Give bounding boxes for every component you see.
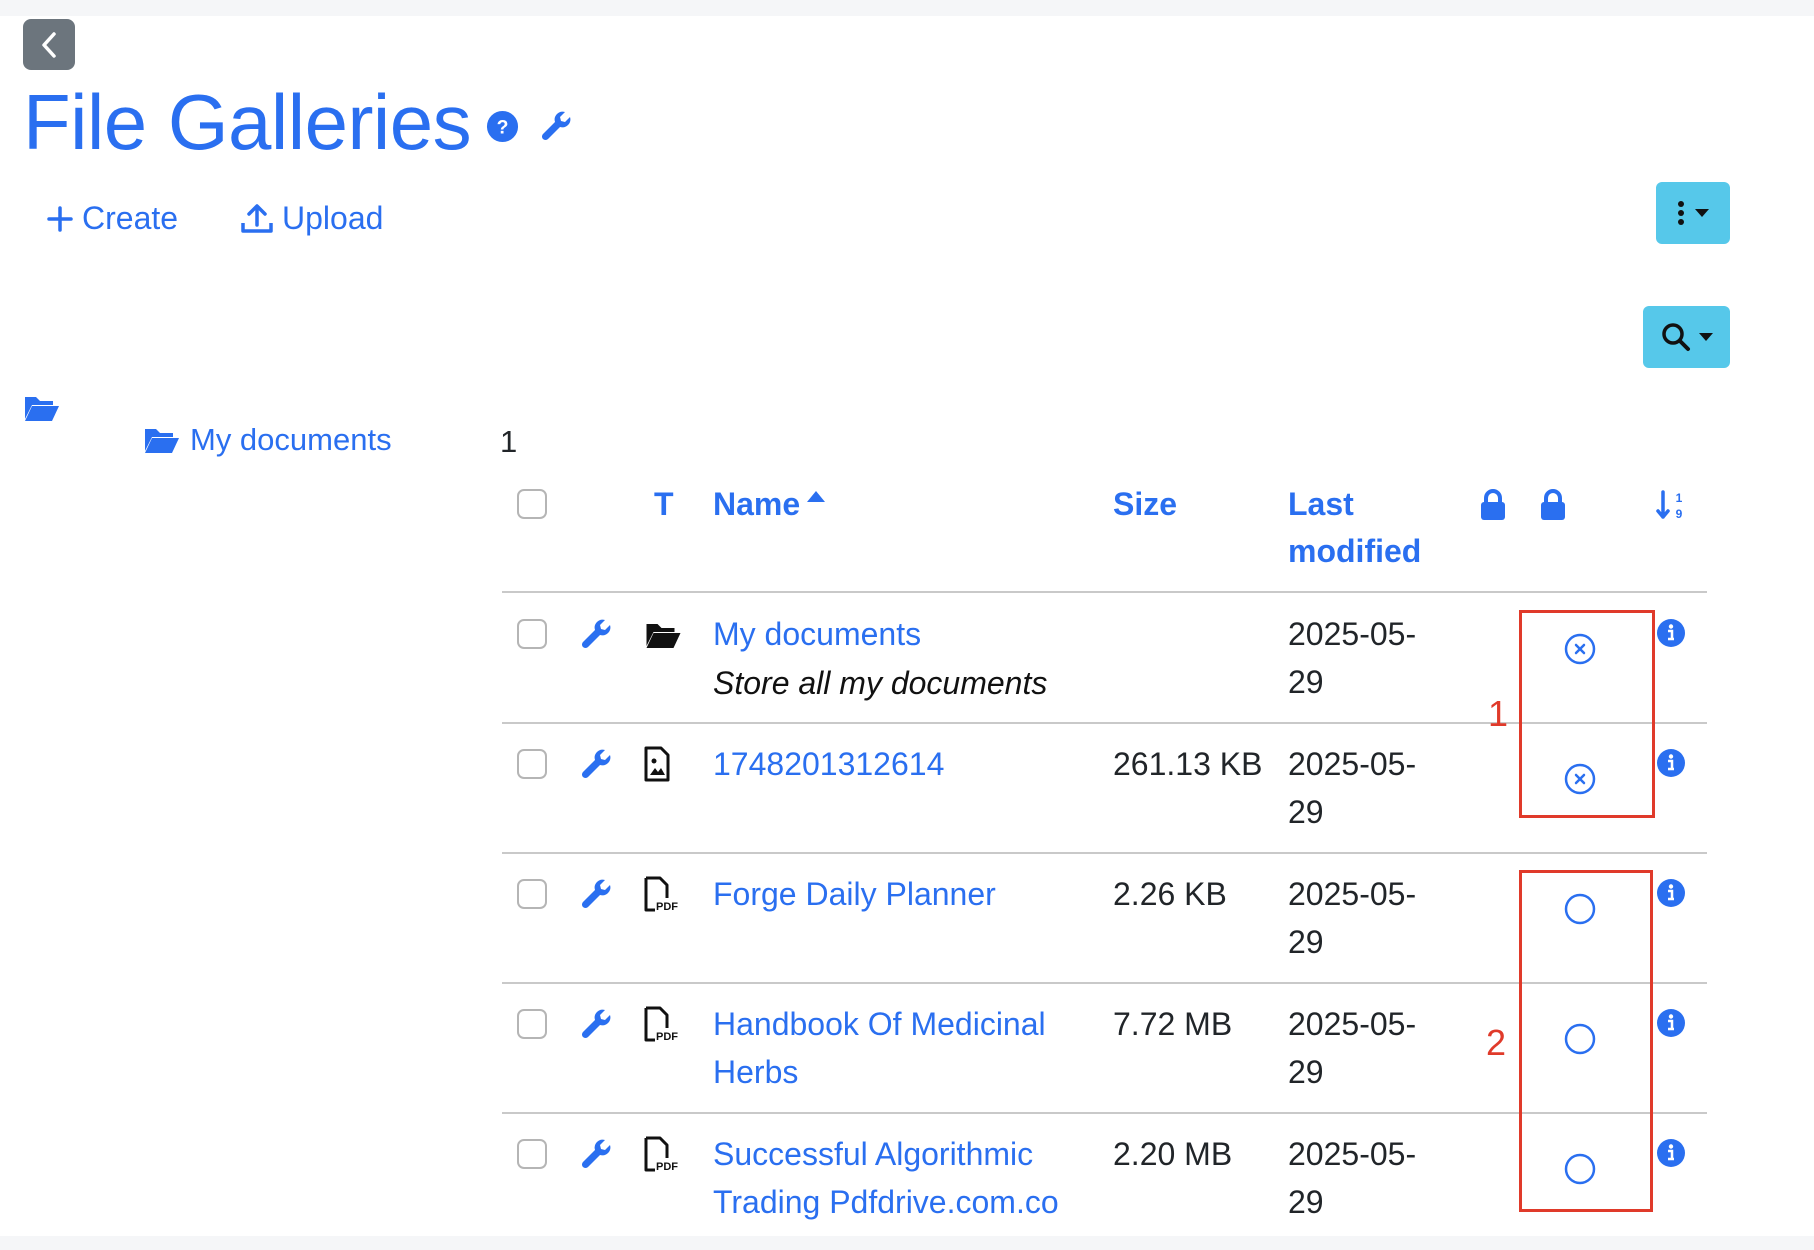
wrench-icon[interactable] (580, 747, 614, 781)
row-checkbox[interactable] (517, 749, 547, 779)
top-strip (0, 0, 1814, 16)
bottom-strip (0, 1236, 1814, 1250)
column-header-name-label: Name (713, 486, 801, 522)
info-icon[interactable] (1656, 1138, 1686, 1168)
row-checkbox[interactable] (517, 879, 547, 909)
file-name-link[interactable]: My documents (713, 610, 921, 658)
lock-icon[interactable] (1478, 488, 1508, 522)
last-modified-date: 2025-05- 29 (1288, 740, 1416, 836)
date-line1: 2025-05- (1288, 1136, 1417, 1172)
row-checkbox[interactable] (517, 1139, 547, 1169)
file-name-link[interactable]: 1748201312614 (713, 740, 944, 788)
annotation-label-1: 1 (1488, 693, 1509, 734)
date-line1: 2025-05- (1288, 746, 1417, 782)
column-header-last-modified-line1: Last (1288, 486, 1354, 522)
svg-text:PDF: PDF (656, 1161, 678, 1172)
annotation-box-1 (1519, 610, 1655, 818)
tree-item-label: My documents (190, 422, 392, 457)
upload-button[interactable]: Upload (240, 200, 383, 237)
create-label: Create (82, 200, 179, 236)
page-title: File Galleries (23, 78, 472, 166)
file-size: 7.72 MB (1113, 1006, 1233, 1042)
file-name-link[interactable]: Handbook Of Medicinal Herbs (713, 1000, 1046, 1096)
last-modified-date: 2025-05- 29 (1288, 870, 1416, 966)
help-circle-icon[interactable]: ? (486, 110, 519, 143)
svg-text:PDF: PDF (656, 901, 678, 912)
search-toggle-button[interactable] (1643, 306, 1730, 368)
svg-text:1: 1 (1676, 491, 1683, 505)
file-name-line2: Herbs (713, 1054, 799, 1090)
last-modified-date: 2025-05- 29 (1288, 1000, 1416, 1096)
wrench-icon[interactable] (580, 877, 614, 911)
back-button[interactable] (23, 19, 75, 70)
column-header-size[interactable]: Size (1113, 481, 1177, 528)
file-size: 2.20 MB (1113, 1136, 1233, 1172)
create-button[interactable]: Create (46, 200, 178, 237)
lock-icon[interactable] (1538, 488, 1568, 522)
chevron-left-icon (42, 31, 56, 58)
file-size: 261.13 KB (1113, 746, 1263, 782)
date-line1: 2025-05- (1288, 876, 1417, 912)
info-icon[interactable] (1656, 878, 1686, 908)
svg-text:?: ? (497, 116, 509, 138)
tree-item-my-documents[interactable]: My documents (143, 422, 392, 458)
info-icon[interactable] (1656, 748, 1686, 778)
row-checkbox[interactable] (517, 1009, 547, 1039)
date-line2: 29 (1288, 1184, 1324, 1220)
row-divider (502, 852, 1707, 854)
last-modified-date: 2025-05- 29 (1288, 1130, 1416, 1226)
file-name-line2: Trading Pdfdrive.com.co (713, 1184, 1059, 1220)
search-icon (1661, 323, 1690, 351)
file-name-line1: Successful Algorithmic (713, 1136, 1034, 1172)
actions-menu-button[interactable] (1656, 182, 1730, 244)
row-checkbox[interactable] (517, 619, 547, 649)
folder-open-icon (646, 624, 681, 648)
plus-icon (47, 205, 73, 232)
pdf-file-icon: PDF (644, 1136, 678, 1172)
file-description: Store all my documents (713, 665, 1048, 701)
chevron-down-icon (1698, 333, 1713, 341)
sort-ascending-icon (807, 491, 826, 502)
wrench-icon[interactable] (540, 109, 574, 143)
date-line1: 2025-05- (1288, 616, 1417, 652)
sort-numeric-icon[interactable]: 1 9 (1656, 489, 1688, 521)
column-header-name[interactable]: Name (713, 481, 826, 528)
date-line2: 29 (1288, 794, 1324, 830)
svg-text:9: 9 (1676, 507, 1683, 521)
file-count: 1 (500, 424, 518, 459)
annotation-box-2 (1519, 870, 1653, 1212)
wrench-icon[interactable] (580, 617, 614, 651)
wrench-icon[interactable] (580, 1007, 614, 1041)
file-name-line1: Handbook Of Medicinal (713, 1006, 1046, 1042)
column-header-last-modified[interactable]: Last modified (1288, 481, 1421, 575)
wrench-icon[interactable] (580, 1137, 614, 1171)
pdf-file-icon: PDF (644, 1006, 678, 1042)
folder-open-icon (145, 429, 179, 453)
date-line2: 29 (1288, 924, 1324, 960)
header-divider (502, 591, 1707, 593)
date-line2: 29 (1288, 664, 1324, 700)
file-name-link[interactable]: Forge Daily Planner (713, 870, 996, 918)
upload-icon (241, 203, 273, 233)
pdf-file-icon: PDF (644, 876, 678, 912)
date-line1: 2025-05- (1288, 1006, 1417, 1042)
info-icon[interactable] (1656, 618, 1686, 648)
svg-text:PDF: PDF (656, 1031, 678, 1042)
kebab-menu-icon (1678, 201, 1684, 225)
file-name-link[interactable]: Successful Algorithmic Trading Pdfdrive.… (713, 1130, 1059, 1226)
folder-open-icon[interactable] (23, 393, 60, 423)
date-line2: 29 (1288, 1054, 1324, 1090)
select-all-checkbox[interactable] (517, 489, 547, 519)
image-file-icon (644, 746, 670, 782)
annotation-label-2: 2 (1486, 1022, 1507, 1063)
column-header-last-modified-line2: modified (1288, 533, 1422, 569)
info-icon[interactable] (1656, 1008, 1686, 1038)
column-header-type[interactable]: T (654, 481, 674, 528)
last-modified-date: 2025-05- 29 (1288, 610, 1416, 706)
file-size: 2.26 KB (1113, 876, 1227, 912)
upload-label: Upload (282, 200, 384, 236)
chevron-down-icon (1695, 209, 1709, 217)
